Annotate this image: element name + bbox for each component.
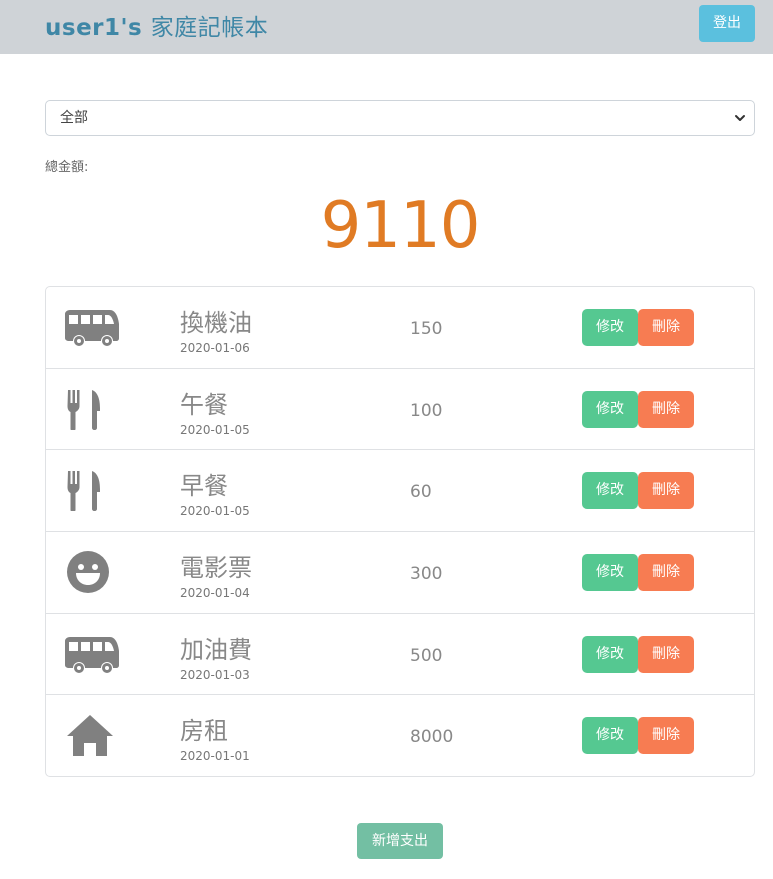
expense-name: 房租 (180, 717, 228, 746)
expense-row: 午餐 2020-01-05 100 修改 刪除 (46, 369, 754, 451)
category-filter[interactable]: 全部 (45, 100, 755, 136)
edit-button[interactable]: 修改 (582, 635, 638, 673)
expense-date: 2020-01-05 (180, 504, 250, 519)
category-select[interactable]: 全部 (45, 100, 755, 136)
expense-amount: 500 (410, 645, 443, 666)
edit-button[interactable]: 修改 (582, 390, 638, 428)
brand-app-name: 家庭記帳本 (150, 15, 269, 41)
add-expense-button[interactable]: 新增支出 (357, 823, 443, 859)
expense-name: 電影票 (180, 554, 252, 583)
expense-list: 換機油 2020-01-06 150 修改 刪除 午餐 2020-01-05 100 修改 刪除… (45, 286, 755, 777)
delete-button[interactable]: 刪除 (638, 390, 694, 428)
expense-amount: 100 (410, 400, 443, 421)
delete-button[interactable]: 刪除 (638, 554, 694, 592)
brand-user: user1's (45, 15, 143, 41)
expense-date: 2020-01-01 (180, 749, 250, 764)
expense-row: 電影票 2020-01-04 300 修改 刪除 (46, 532, 754, 614)
delete-button[interactable]: 刪除 (638, 635, 694, 673)
expense-date: 2020-01-05 (180, 422, 250, 437)
expense-amount: 150 (410, 319, 443, 339)
expense-name: 加油費 (180, 635, 252, 664)
edit-button[interactable]: 修改 (582, 554, 638, 592)
edit-button[interactable]: 修改 (582, 309, 638, 346)
expense-amount: 60 (410, 482, 432, 503)
expense-date: 2020-01-04 (180, 586, 250, 601)
delete-button[interactable]: 刪除 (638, 717, 694, 755)
utensils-icon (64, 388, 120, 431)
category-select-value: 全部 (60, 110, 88, 126)
expense-name: 換機油 (180, 309, 252, 337)
header: user1's 家庭記帳本 登出 (0, 0, 773, 54)
expense-row: 加油費 2020-01-03 500 修改 刪除 (46, 614, 754, 696)
bus-icon (64, 306, 120, 348)
brand-title: user1's 家庭記帳本 (45, 8, 268, 42)
edit-button[interactable]: 修改 (582, 717, 638, 755)
edit-button[interactable]: 修改 (582, 472, 638, 510)
total-amount: 9110 (320, 189, 481, 263)
total-label: 總金額: (45, 160, 89, 175)
delete-button[interactable]: 刪除 (638, 472, 694, 510)
expense-name: 早餐 (180, 472, 228, 501)
smile-icon (64, 551, 120, 594)
logout-button[interactable]: 登出 (699, 5, 755, 42)
expense-date: 2020-01-06 (180, 341, 250, 355)
expense-amount: 8000 (410, 727, 454, 748)
expense-row: 換機油 2020-01-06 150 修改 刪除 (46, 287, 754, 369)
expense-date: 2020-01-03 (180, 667, 250, 682)
expense-row: 早餐 2020-01-05 60 修改 刪除 (46, 450, 754, 533)
bus-icon (64, 633, 120, 675)
utensils-icon (64, 469, 120, 513)
home-icon (64, 714, 120, 757)
expense-amount: 300 (410, 564, 443, 585)
delete-button[interactable]: 刪除 (638, 309, 694, 346)
expense-name: 午餐 (180, 390, 228, 419)
chevron-down-icon (735, 115, 745, 121)
expense-row: 房租 2020-01-01 8000 修改 刪除 (46, 695, 754, 777)
